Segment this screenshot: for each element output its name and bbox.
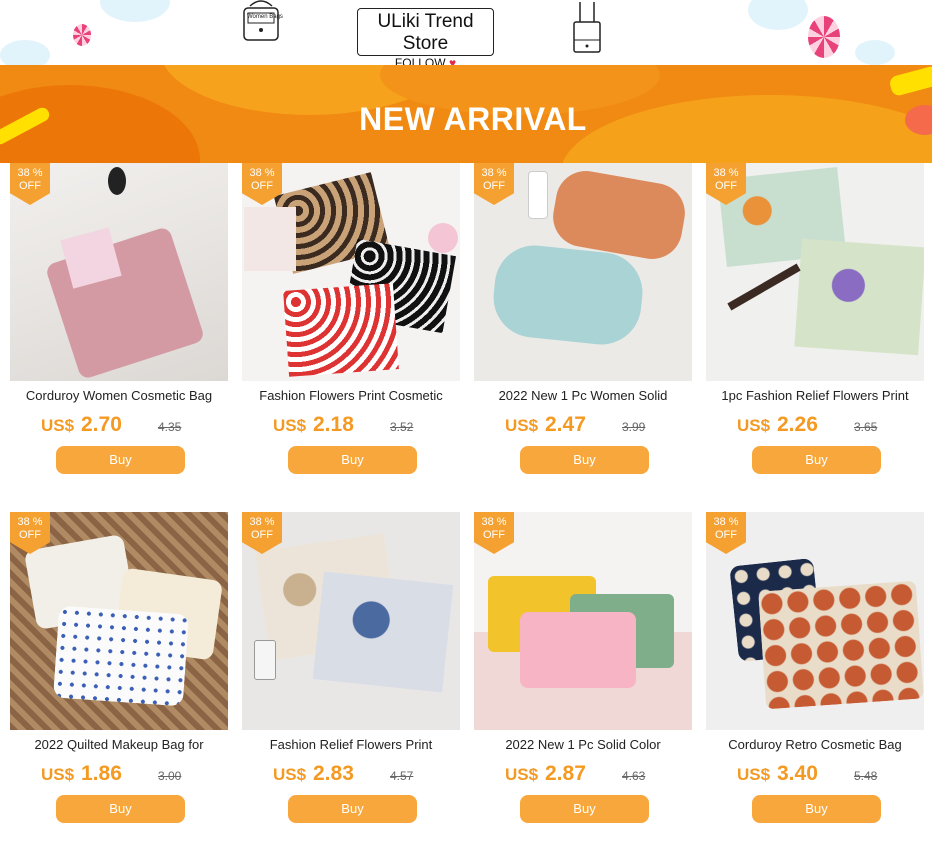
product-card[interactable]: 38 % OFF Fashion Relief Flowers Print US$… [242,512,460,842]
original-price: 4.63 [622,769,646,783]
original-price: 4.35 [158,420,182,434]
price-row: US$ 2.87 4.63 [474,762,692,788]
sale-price: 2.70 [81,413,122,436]
sale-price: 2.87 [545,762,586,785]
product-title[interactable]: 1pc Fashion Relief Flowers Print [706,388,924,403]
currency-label: US$ [41,416,75,435]
cloud-decoration [855,40,895,65]
buy-button[interactable]: Buy [288,795,417,823]
lollipop-icon [808,16,840,58]
original-price: 4.57 [390,769,414,783]
product-title[interactable]: 2022 New 1 Pc Solid Color [474,737,692,752]
banner-streak [888,65,932,98]
banner-title: NEW ARRIVAL [359,101,587,137]
product-card[interactable]: 38 % OFF 1pc Fashion Relief Flowers Print… [706,163,924,493]
product-card[interactable]: 38 % OFF Fashion Flowers Print Cosmetic U… [242,163,460,493]
product-card[interactable]: 38 % OFF Corduroy Retro Cosmetic Bag US$ … [706,512,924,842]
original-price: 3.65 [854,420,878,434]
buy-button[interactable]: Buy [752,446,881,474]
currency-label: US$ [505,416,539,435]
currency-label: US$ [273,416,307,435]
original-price: 3.99 [622,420,646,434]
sale-price: 3.40 [777,762,818,785]
cloud-decoration [748,0,808,30]
product-card[interactable]: 38 % OFF 2022 New 1 Pc Solid Color US$ 2.… [474,512,692,842]
original-price: 3.00 [158,769,182,783]
product-title[interactable]: 2022 New 1 Pc Women Solid [474,388,692,403]
handbag-icon [243,0,279,41]
store-header: Women Bags ULiki Trend Store FOLLOW ♥ [0,0,932,65]
sale-price: 2.26 [777,413,818,436]
bag-tag-label: Women Bags [247,14,283,20]
buy-button[interactable]: Buy [56,446,185,474]
sale-price: 2.18 [313,413,354,436]
buy-button[interactable]: Buy [520,795,649,823]
product-title[interactable]: 2022 Quilted Makeup Bag for [10,737,228,752]
sale-price: 2.83 [313,762,354,785]
original-price: 3.52 [390,420,414,434]
product-title[interactable]: Corduroy Retro Cosmetic Bag [706,737,924,752]
heart-icon: ♥ [448,56,457,65]
price-row: US$ 2.83 4.57 [242,762,460,788]
tote-bag-icon [573,2,601,53]
new-arrival-banner: NEW ARRIVAL [0,65,932,163]
store-follow-button[interactable]: ULiki Trend Store FOLLOW ♥ [357,8,494,65]
store-name: ULiki Trend Store [377,11,474,54]
product-title[interactable]: Corduroy Women Cosmetic Bag [10,388,228,403]
cloud-decoration [100,0,170,22]
buy-button[interactable]: Buy [520,446,649,474]
price-row: US$ 2.47 3.99 [474,413,692,439]
buy-button[interactable]: Buy [288,446,417,474]
original-price: 5.48 [854,769,878,783]
lollipop-icon [73,24,91,46]
cloud-decoration [0,40,50,65]
product-title[interactable]: Fashion Flowers Print Cosmetic [242,388,460,403]
currency-label: US$ [41,765,75,784]
currency-label: US$ [505,765,539,784]
follow-label: FOLLOW [394,56,446,65]
price-row: US$ 2.70 4.35 [10,413,228,439]
price-row: US$ 2.26 3.65 [706,413,924,439]
product-card[interactable]: 38 % OFF 2022 Quilted Makeup Bag for US$ … [10,512,228,842]
sale-price: 2.47 [545,413,586,436]
currency-label: US$ [737,765,771,784]
product-title[interactable]: Fashion Relief Flowers Print [242,737,460,752]
currency-label: US$ [737,416,771,435]
price-row: US$ 3.40 5.48 [706,762,924,788]
product-card[interactable]: 38 % OFF Corduroy Women Cosmetic Bag US$ … [10,163,228,493]
buy-button[interactable]: Buy [752,795,881,823]
price-row: US$ 1.86 3.00 [10,762,228,788]
product-card[interactable]: 38 % OFF 2022 New 1 Pc Women Solid US$ 2.… [474,163,692,493]
price-row: US$ 2.18 3.52 [242,413,460,439]
currency-label: US$ [273,765,307,784]
follow-label-row: FOLLOW ♥ [358,56,493,65]
sale-price: 1.86 [81,762,122,785]
buy-button[interactable]: Buy [56,795,185,823]
